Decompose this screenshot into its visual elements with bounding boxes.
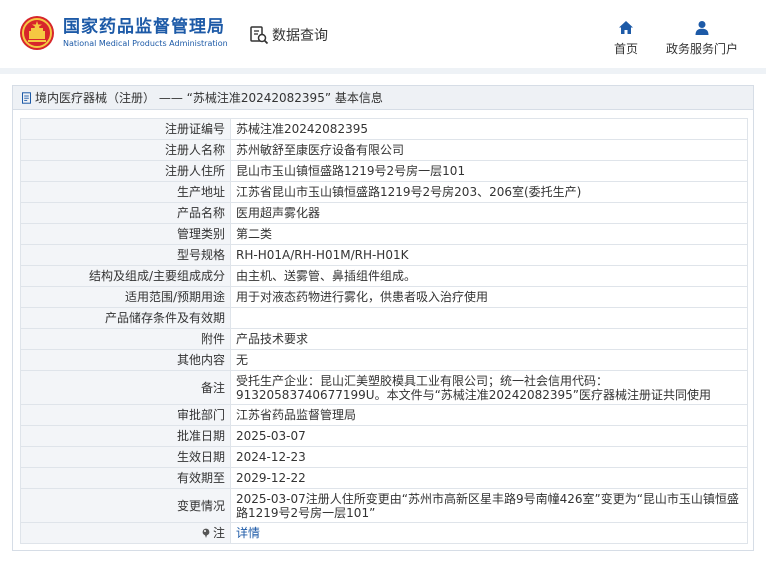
table-row: 批准日期 2025-03-07	[20, 425, 748, 447]
table-row: 备注 受托生产企业：昆山汇美塑胶模具工业有限公司；统一社会信用代码：9132058…	[20, 370, 748, 405]
field-label: 产品储存条件及有效期	[20, 307, 231, 329]
field-label: 生产地址	[20, 181, 231, 203]
field-label: 管理类别	[20, 223, 231, 245]
data-query-link[interactable]: 数据查询	[249, 25, 328, 45]
field-value: 苏械注准20242082395	[230, 118, 748, 140]
table-row: 其他内容无	[20, 349, 748, 371]
table-row: 变更情况 2025-03-07注册人住所变更由“苏州市高新区星丰路9号南幢426室…	[20, 488, 748, 523]
table-row: 注册证编号 苏械注准20242082395	[20, 118, 748, 140]
logo[interactable]: 国家药品监督管理局 National Medical Products Admi…	[19, 15, 228, 51]
field-value	[230, 307, 748, 329]
table-row: 结构及组成/主要组成成分 由主机、送雾管、鼻插组件组成。	[20, 265, 748, 287]
table-row: 审批部门 江苏省药品监督管理局	[20, 404, 748, 426]
field-label: 注册人住所	[20, 160, 231, 182]
table-row: 管理类别 第二类	[20, 223, 748, 245]
pin-icon	[202, 528, 210, 538]
field-label: 注册人名称	[20, 139, 231, 161]
field-value: 江苏省昆山市玉山镇恒盛路1219号2号房203、206室(委托生产)	[230, 181, 748, 203]
note-label-cell: 注	[20, 522, 231, 544]
field-value: 受托生产企业：昆山汇美塑胶模具工业有限公司；统一社会信用代码：913205837…	[230, 370, 748, 405]
panel-title: 境内医疗器械（注册） —— “苏械注准20242082395” 基本信息	[35, 91, 383, 105]
field-value: 2029-12-22	[230, 467, 748, 489]
field-value: 第二类	[230, 223, 748, 245]
field-value: 由主机、送雾管、鼻插组件组成。	[230, 265, 748, 287]
detail-panel: 境内医疗器械（注册） —— “苏械注准20242082395” 基本信息 注册证…	[12, 85, 754, 551]
details-link[interactable]: 详情	[236, 526, 260, 540]
nav-service-portal-label: 政务服务门户	[665, 42, 738, 56]
home-icon	[619, 21, 633, 34]
field-value: 2025-03-07注册人住所变更由“苏州市高新区星丰路9号南幢426室”变更为…	[230, 488, 748, 523]
table-row: 生产地址 江苏省昆山市玉山镇恒盛路1219号2号房203、206室(委托生产)	[20, 181, 748, 203]
field-value: 2025-03-07	[230, 425, 748, 447]
field-value: 昆山市玉山镇恒盛路1219号2号房一层101	[230, 160, 748, 182]
info-table: 注册证编号 苏械注准20242082395 注册人名称 苏州敏舒至康医疗设备有限公司注…	[20, 118, 748, 544]
table-row: 附件 产品技术要求	[20, 328, 748, 350]
field-label: 备注	[20, 370, 231, 405]
note-row: 注详情	[20, 522, 748, 544]
document-icon	[22, 91, 31, 104]
table-row: 产品名称 医用超声雾化器	[20, 202, 748, 224]
org-name-en: National Medical Products Administration	[63, 38, 228, 48]
field-label: 审批部门	[20, 404, 231, 426]
field-value: 无	[230, 349, 748, 371]
field-label: 其他内容	[20, 349, 231, 371]
field-label: 批准日期	[20, 425, 231, 447]
header-divider	[0, 68, 766, 74]
field-value: 苏州敏舒至康医疗设备有限公司	[230, 139, 748, 161]
user-icon	[695, 21, 709, 35]
field-label: 变更情况	[20, 488, 231, 523]
table-row: 生效日期 2024-12-23	[20, 446, 748, 468]
field-label: 生效日期	[20, 446, 231, 468]
data-search-icon	[250, 26, 269, 45]
org-name-cn: 国家药品监督管理局	[63, 16, 225, 37]
field-value: 江苏省药品监督管理局	[230, 404, 748, 426]
table-row: 有效期至 2029-12-22	[20, 467, 748, 489]
field-value: 用于对液态药物进行雾化，供患者吸入治疗使用	[230, 286, 748, 308]
note-value-cell: 详情	[230, 522, 748, 544]
table-row: 注册人住所 昆山市玉山镇恒盛路1219号2号房一层101	[20, 160, 748, 182]
field-value: RH-H01A/RH-H01M/RH-H01K	[230, 244, 748, 266]
field-value: 2024-12-23	[230, 446, 748, 468]
table-row: 注册人名称 苏州敏舒至康医疗设备有限公司	[20, 139, 748, 161]
field-label: 注册证编号	[20, 118, 231, 140]
panel-title-bar: 境内医疗器械（注册） —— “苏械注准20242082395” 基本信息	[13, 86, 753, 110]
data-query-label: 数据查询	[272, 28, 328, 44]
note-label: 注	[212, 525, 225, 540]
field-value: 医用超声雾化器	[230, 202, 748, 224]
field-label: 结构及组成/主要组成成分	[20, 265, 231, 287]
national-emblem-icon	[20, 16, 54, 50]
field-label: 附件	[20, 328, 231, 350]
nav-home-label: 首页	[613, 42, 638, 56]
field-label: 产品名称	[20, 202, 231, 224]
field-label: 适用范围/预期用途	[20, 286, 231, 308]
table-row: 适用范围/预期用途 用于对液态药物进行雾化，供患者吸入治疗使用	[20, 286, 748, 308]
field-label: 有效期至	[20, 467, 231, 489]
nav-service-portal[interactable]: 政务服务门户	[663, 20, 741, 57]
table-row: 产品储存条件及有效期	[20, 307, 748, 329]
field-value: 产品技术要求	[230, 328, 748, 350]
nav-home[interactable]: 首页	[610, 20, 642, 57]
table-row: 型号规格 RH-H01A/RH-H01M/RH-H01K	[20, 244, 748, 266]
site-header: 国家药品监督管理局 National Medical Products Admi…	[0, 0, 766, 68]
field-label: 型号规格	[20, 244, 231, 266]
